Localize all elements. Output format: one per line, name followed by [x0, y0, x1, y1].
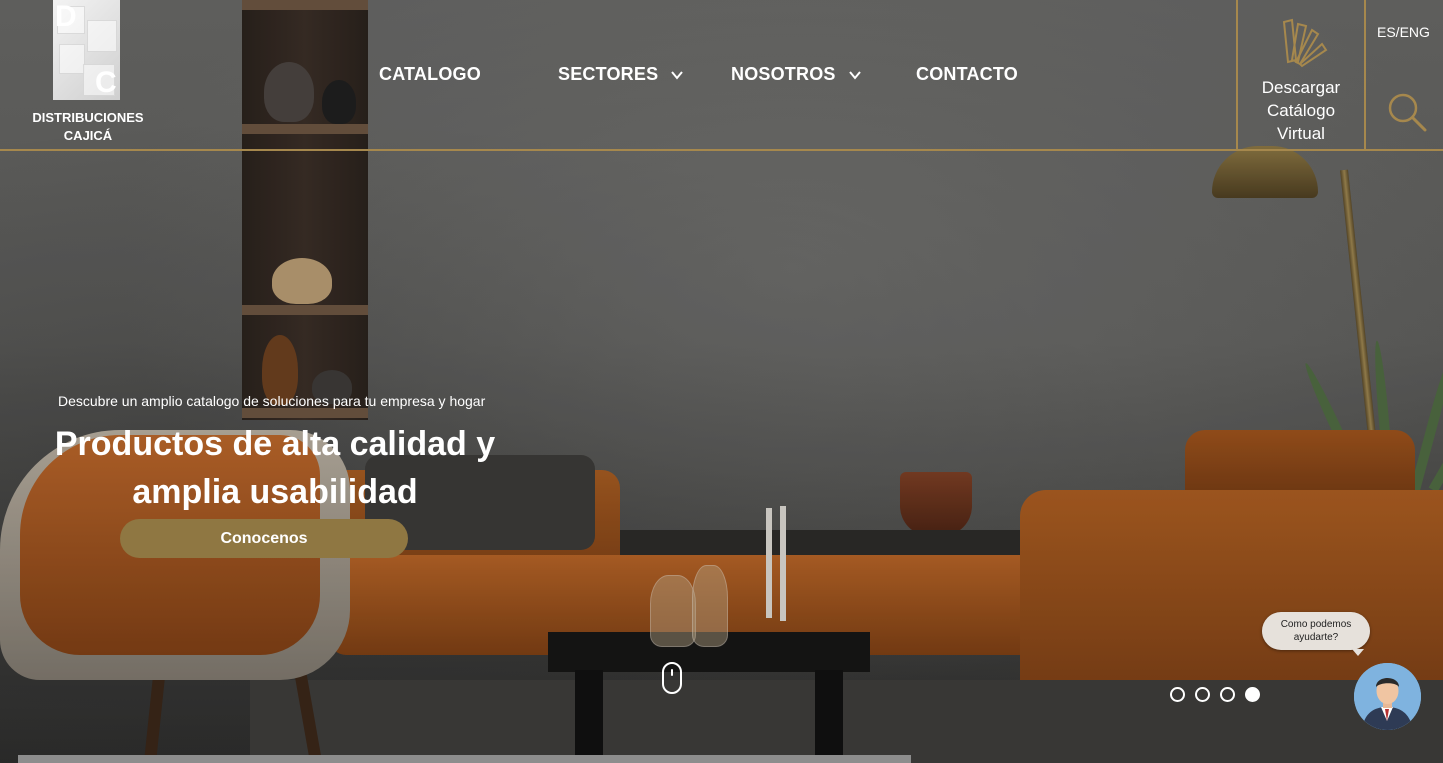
download-catalog-button[interactable]: Descargar Catálogo Virtual — [1236, 0, 1366, 149]
chevron-down-icon — [848, 70, 861, 80]
bottom-progress-bar — [18, 755, 911, 763]
brand-name-line2: CAJICÁ — [63, 128, 113, 143]
conocenos-button[interactable]: Conocenos — [120, 519, 408, 558]
download-line1: Descargar — [1261, 78, 1341, 97]
carousel-dot[interactable] — [1170, 687, 1185, 702]
assistant-avatar-icon — [1354, 663, 1421, 730]
download-catalog-label: Descargar Catálogo Virtual — [1238, 76, 1364, 145]
carousel-dot[interactable] — [1220, 687, 1235, 702]
chat-assistant-avatar[interactable] — [1354, 663, 1421, 730]
carousel-dot-active[interactable] — [1245, 687, 1260, 702]
header-divider — [0, 149, 1443, 151]
chat-line2: ayudarte? — [1293, 632, 1339, 643]
download-line3: Virtual — [1277, 124, 1325, 143]
hero-title-line1: Productos de alta calidad y — [54, 425, 496, 463]
chat-prompt-bubble[interactable]: Como podemos ayudarte? — [1262, 612, 1370, 656]
site-header: D C DISTRIBUCIONES CAJICÁ CATALOGO SECTO… — [0, 0, 1443, 151]
carousel-dot[interactable] — [1195, 687, 1210, 702]
hero-title-line2: amplia usabilidad — [132, 473, 418, 511]
nav-label: SECTORES — [558, 64, 659, 84]
brand-name: DISTRIBUCIONES CAJICÁ — [27, 109, 149, 145]
hero-title: Productos de alta calidad y amplia usabi… — [50, 420, 500, 516]
nav-item-sectores[interactable]: SECTORES — [558, 64, 684, 85]
logo-letter-d: D — [55, 0, 77, 33]
chevron-down-icon — [671, 70, 684, 80]
nav-item-catalogo[interactable]: CATALOGO — [379, 64, 481, 85]
carousel-dots — [1170, 687, 1260, 702]
language-toggle[interactable]: ES/ENG — [1377, 24, 1430, 40]
nav-label: CATALOGO — [379, 64, 481, 84]
logo-mark: D C — [53, 0, 120, 100]
nav-label: CONTACTO — [916, 64, 1018, 84]
nav-item-nosotros[interactable]: NOSOTROS — [731, 64, 862, 85]
hero-subtitle: Descubre un amplio catalogo de solucione… — [58, 393, 486, 409]
nav-label: NOSOTROS — [731, 64, 836, 84]
download-line2: Catálogo — [1266, 101, 1336, 120]
chat-line1: Como podemos — [1280, 619, 1352, 630]
scroll-mouse-icon[interactable] — [662, 662, 682, 694]
nav-item-contacto[interactable]: CONTACTO — [916, 64, 1018, 85]
brand-name-line1: DISTRIBUCIONES — [32, 110, 144, 125]
catalog-swatch-icon — [1282, 18, 1328, 68]
search-icon[interactable] — [1385, 90, 1429, 134]
brand-logo[interactable]: D C DISTRIBUCIONES CAJICÁ — [27, 0, 149, 145]
logo-letter-c: C — [95, 66, 117, 99]
